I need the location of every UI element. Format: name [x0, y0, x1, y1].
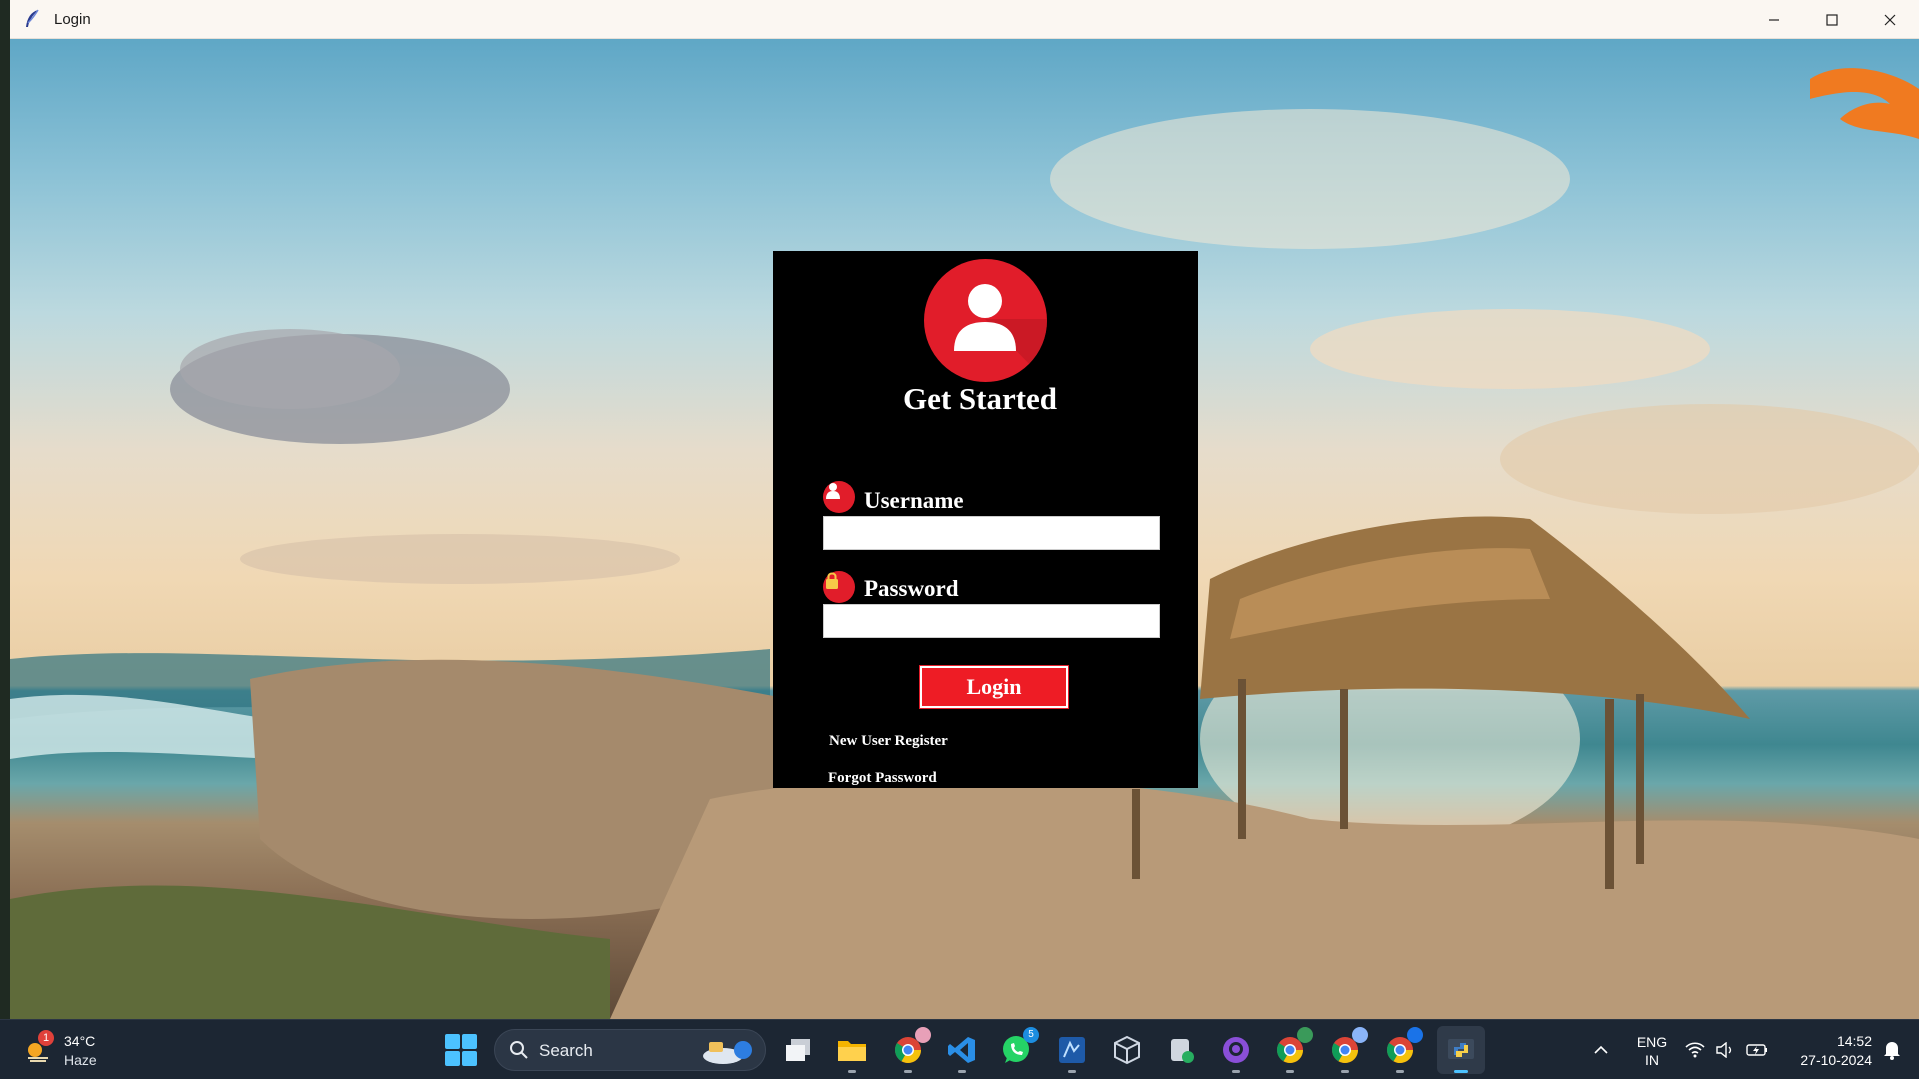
language-secondary: IN: [1645, 1052, 1659, 1068]
card-title: Get Started: [902, 381, 1058, 416]
taskbar-search[interactable]: Search: [494, 1029, 766, 1071]
clock-time: 14:52: [1836, 1033, 1872, 1049]
whatsapp-button[interactable]: 5: [998, 1027, 1039, 1068]
battery-charging-icon: [1746, 1044, 1767, 1056]
vscode-button[interactable]: [944, 1032, 980, 1073]
windows-logo-icon: [445, 1034, 460, 1049]
beach-background: Get Started Username Password Login New …: [10, 39, 1919, 1019]
folder-icon: [838, 1041, 866, 1061]
bell-icon: [1884, 1042, 1900, 1060]
start-button[interactable]: [445, 1034, 477, 1066]
clock-date: 27-10-2024: [1800, 1052, 1872, 1068]
whatsapp-badge: 5: [1023, 1027, 1039, 1043]
chrome-profile-avatar-2: [1297, 1027, 1313, 1043]
task-view-button[interactable]: [780, 1032, 816, 1068]
password-input[interactable]: [823, 604, 1160, 638]
wifi-icon: [1685, 1042, 1705, 1058]
python-app-button[interactable]: [1443, 1032, 1479, 1073]
search-label: Search: [539, 1041, 593, 1060]
cube-icon: [1114, 1035, 1140, 1065]
chevron-up-icon: [1594, 1045, 1608, 1054]
window-title: Login: [54, 10, 91, 28]
weather-badge: 1: [38, 1030, 54, 1046]
battery-button[interactable]: [1742, 1034, 1772, 1066]
editor-icon: [1059, 1037, 1085, 1063]
register-link[interactable]: New User Register: [829, 733, 948, 750]
user-avatar-icon: [924, 259, 1047, 382]
show-hidden-icons-button[interactable]: [1585, 1034, 1617, 1066]
chrome-profile-avatar: [915, 1027, 931, 1043]
wifi-button[interactable]: [1682, 1034, 1708, 1066]
volume-button[interactable]: [1712, 1034, 1738, 1066]
user-icon: [823, 481, 855, 513]
title-bar[interactable]: Login: [10, 0, 1919, 39]
github-desktop-button[interactable]: [1218, 1032, 1254, 1073]
password-label: Password: [864, 576, 959, 601]
login-button[interactable]: Login: [919, 665, 1069, 709]
chrome-profile-avatar-3: [1352, 1027, 1368, 1043]
notifications-button[interactable]: [1876, 1034, 1908, 1066]
search-icon: [510, 1041, 528, 1059]
maximize-icon: [1826, 13, 1838, 26]
weather-description: Haze: [64, 1052, 97, 1068]
chrome-profile-3-button[interactable]: [1327, 1027, 1368, 1073]
file-explorer-button[interactable]: [834, 1032, 870, 1073]
vscode-icon: [948, 1037, 975, 1063]
database-icon: [1171, 1039, 1194, 1063]
language-indicator[interactable]: ENG IN: [1632, 1033, 1672, 1069]
close-icon: [1884, 14, 1896, 25]
login-card: Get Started Username Password Login New …: [773, 251, 1198, 788]
chrome-profile-2-button[interactable]: [1272, 1027, 1313, 1073]
database-app-button[interactable]: [1164, 1032, 1200, 1068]
language-primary: ENG: [1636, 1034, 1668, 1050]
username-label: Username: [864, 488, 964, 513]
chrome-profile-1-button[interactable]: [890, 1027, 931, 1073]
maximize-button[interactable]: [1803, 0, 1861, 39]
system-clock[interactable]: 14:52 27-10-2024: [1782, 1032, 1872, 1070]
virtualbox-button[interactable]: [1109, 1032, 1145, 1068]
python-icon: [1448, 1039, 1474, 1059]
weather-temperature: 34°C: [64, 1033, 96, 1049]
lock-icon: [823, 571, 855, 603]
task-view-icon: [786, 1039, 810, 1061]
chrome-profile-avatar-4: [1407, 1027, 1423, 1043]
chrome-profile-4-button[interactable]: [1382, 1027, 1423, 1073]
search-highlight-icon: [703, 1041, 752, 1064]
window-controls: [1745, 0, 1919, 39]
username-input[interactable]: [823, 516, 1160, 550]
github-icon: [1223, 1037, 1249, 1063]
taskbar: 1 34°C Haze Search 5 ENG IN 14:52 27-10-…: [0, 1019, 1919, 1079]
minimize-icon: [1769, 18, 1779, 21]
feather-icon: [22, 9, 42, 29]
speaker-icon: [1716, 1042, 1732, 1058]
close-button[interactable]: [1861, 0, 1919, 39]
minimize-button[interactable]: [1745, 0, 1803, 39]
login-window: Login Get Started Username Password Logi…: [10, 0, 1919, 1019]
weather-widget[interactable]: 1 34°C Haze: [20, 1028, 110, 1072]
code-editor-button[interactable]: [1054, 1032, 1090, 1073]
forgot-password-link[interactable]: Forgot Password: [828, 770, 937, 787]
